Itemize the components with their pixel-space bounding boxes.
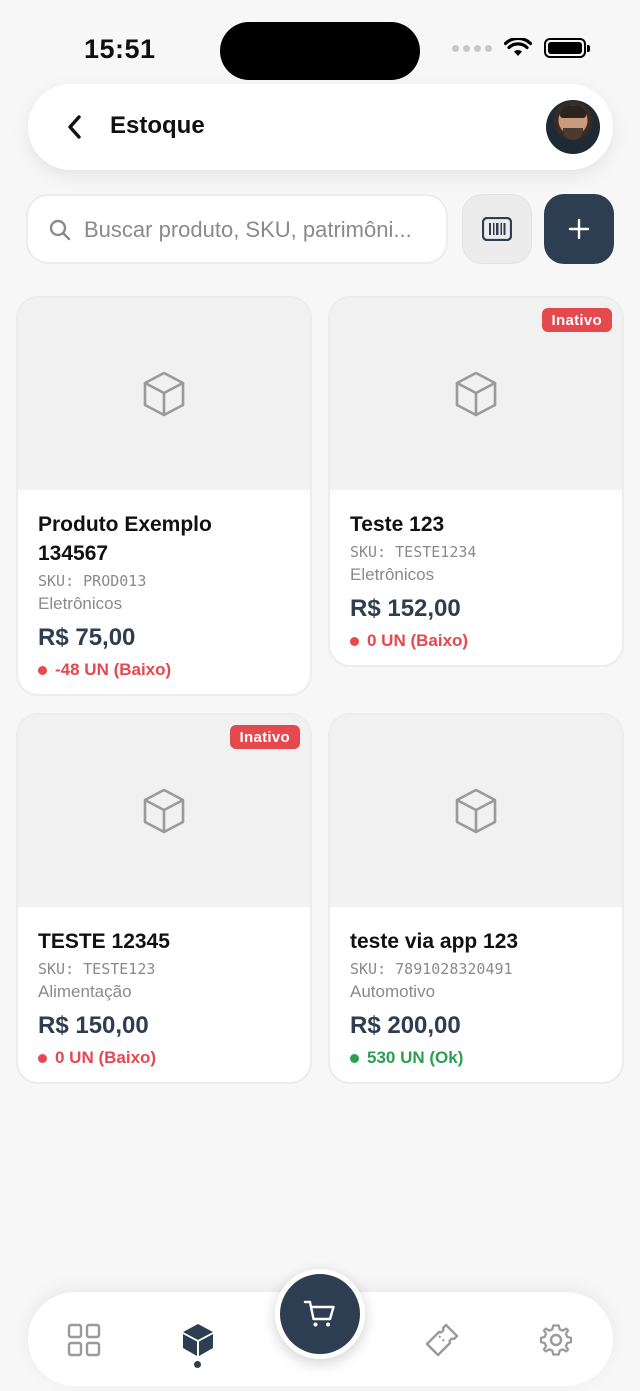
product-category: Eletrônicos	[350, 565, 435, 584]
gear-icon	[539, 1324, 573, 1356]
box-icon	[143, 788, 185, 834]
status-icons	[452, 38, 590, 58]
product-card[interactable]: Inativo Teste 123 SKU: TESTE1234 Eletrôn…	[328, 296, 624, 667]
stock-status-dot	[350, 1053, 359, 1063]
product-category: Eletrônicos	[38, 594, 123, 613]
nav-dashboard[interactable]	[62, 1318, 106, 1362]
product-price: R$ 75,00	[38, 624, 136, 651]
product-name: teste via app 123	[350, 930, 519, 953]
status-bar: 15:51	[0, 0, 640, 90]
battery-icon	[544, 38, 590, 58]
stock-status-label: 530 UN (Ok)	[367, 1048, 464, 1067]
search-icon	[49, 219, 71, 241]
product-sku: SKU: 7891028320491	[350, 960, 513, 978]
cart-icon	[303, 1300, 335, 1327]
nav-active-indicator	[194, 1361, 201, 1368]
ticket-icon	[425, 1323, 459, 1357]
stock-status-label: -48 UN (Baixo)	[55, 660, 172, 679]
stock-status: 530 UN (Ok)	[350, 1048, 602, 1068]
nav-settings[interactable]	[534, 1318, 578, 1362]
stock-status: -48 UN (Baixo)	[38, 660, 290, 680]
box-filled-icon	[183, 1324, 213, 1356]
status-time: 15:51	[84, 34, 156, 64]
back-button[interactable]	[58, 110, 92, 144]
barcode-scan-button[interactable]	[462, 194, 532, 264]
inactive-badge: Inativo	[541, 308, 612, 332]
nav-stock[interactable]	[176, 1318, 220, 1362]
box-icon	[455, 371, 497, 417]
product-card[interactable]: Inativo TESTE 12345 SKU: TESTE123 Alimen…	[16, 713, 312, 1084]
add-product-button[interactable]	[544, 194, 614, 264]
stock-status-dot	[38, 1053, 47, 1063]
product-card[interactable]: teste via app 123 SKU: 7891028320491 Aut…	[328, 713, 624, 1084]
box-icon	[455, 788, 497, 834]
barcode-icon	[482, 217, 512, 241]
cellular-signal-icon	[452, 44, 492, 52]
search-box	[26, 194, 448, 264]
product-price: R$ 152,00	[350, 595, 461, 622]
plus-icon	[568, 218, 590, 240]
product-image-placeholder: Inativo	[330, 298, 622, 490]
grid-icon	[67, 1323, 101, 1357]
stock-status-dot	[350, 636, 359, 646]
search-input[interactable]	[84, 208, 434, 252]
user-avatar[interactable]	[546, 100, 600, 154]
page-title: Estoque	[110, 112, 205, 139]
inactive-badge: Inativo	[229, 725, 300, 749]
stock-status-dot	[38, 665, 47, 675]
product-price: R$ 150,00	[38, 1012, 149, 1039]
product-card[interactable]: Produto Exemplo 134567 SKU: PROD013 Elet…	[16, 296, 312, 696]
product-category: Alimentação	[38, 982, 132, 1001]
stock-status: 0 UN (Baixo)	[350, 631, 602, 651]
stock-status-label: 0 UN (Baixo)	[367, 631, 469, 650]
wifi-icon	[504, 38, 532, 56]
box-icon	[143, 371, 185, 417]
product-sku: SKU: PROD013	[38, 572, 147, 590]
dynamic-island	[220, 22, 420, 80]
stock-status: 0 UN (Baixo)	[38, 1048, 290, 1068]
nav-tickets[interactable]	[420, 1318, 464, 1362]
product-category: Automotivo	[350, 982, 436, 1001]
product-price: R$ 200,00	[350, 1012, 461, 1039]
product-sku: SKU: TESTE1234	[350, 543, 477, 561]
product-image-placeholder: Inativo	[18, 715, 310, 907]
product-name: Produto Exemplo 134567	[38, 513, 212, 565]
product-image-placeholder	[18, 298, 310, 490]
chevron-left-icon	[68, 115, 81, 139]
product-sku: SKU: TESTE123	[38, 960, 156, 978]
app-header: Estoque	[28, 84, 613, 170]
product-name: Teste 123	[350, 513, 445, 536]
product-image-placeholder	[330, 715, 622, 907]
stock-status-label: 0 UN (Baixo)	[55, 1048, 157, 1067]
product-name: TESTE 12345	[38, 930, 170, 953]
nav-cart-button[interactable]	[275, 1269, 365, 1359]
